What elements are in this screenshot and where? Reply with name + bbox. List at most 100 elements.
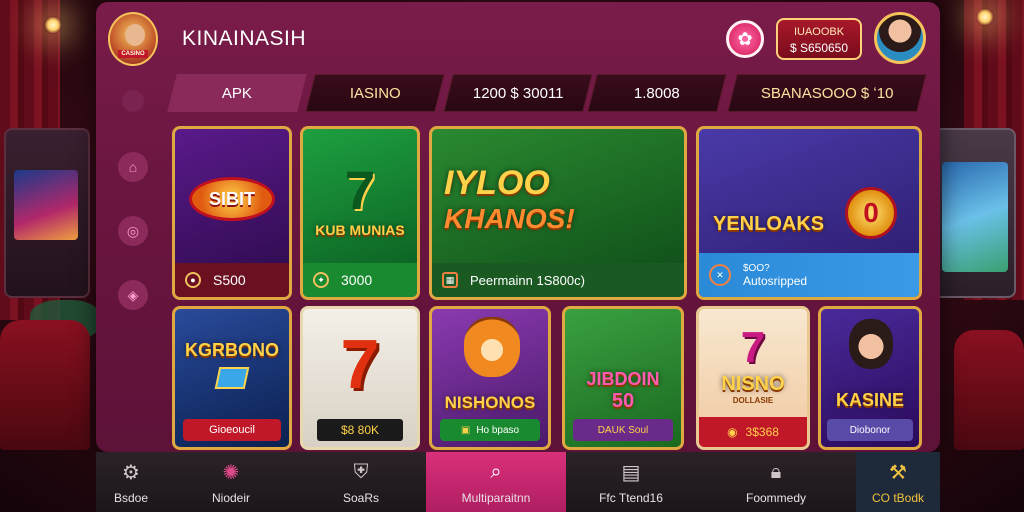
game-card-footer: ● S500 <box>175 263 289 297</box>
game-card-footer: DAUK Soul <box>573 419 673 441</box>
chip-icon: ✿ <box>737 28 753 49</box>
game-card[interactable]: KGRBONO Gioeoucil <box>172 306 292 450</box>
game-card-footer: $8 80K <box>317 419 403 441</box>
tools-icon: ✕ <box>709 264 731 286</box>
nav-item-base[interactable]: ⚙ Bsdoe <box>96 452 166 512</box>
search-icon: ⌕ <box>490 460 502 483</box>
game-card-footer: Gioeoucil <box>183 419 281 441</box>
nav-item-scores[interactable]: ⛨ SoaRs <box>296 452 426 512</box>
bonus-button[interactable]: ✿ <box>726 20 764 58</box>
bottom-navigation: ⚙ Bsdoe ✺ Niodeir ⛨ SoaRs ⌕ Multiparaitn… <box>96 452 940 512</box>
tab-label: IASINO <box>349 84 401 102</box>
game-art-title: JIBDOIN <box>586 369 660 389</box>
balance-box[interactable]: IUAOOBK $ S650650 <box>776 18 862 60</box>
casino-app-panel: CASINO KINAINASIH ✿ IUAOOBK $ S650650 AP… <box>96 2 940 452</box>
tab-label: 1.8008 <box>634 84 680 102</box>
game-card-footer: ✦ 3000 <box>303 263 417 297</box>
coin-icon: ✦ <box>313 272 329 288</box>
book-icon: ▤ <box>621 461 641 484</box>
wand-icon: ⚒ <box>889 461 907 484</box>
tab-casino[interactable]: IASINO <box>305 74 445 112</box>
game-card-featured[interactable]: IYLOO KHANOS! ▦ Peermainn 1S800c) <box>429 126 687 300</box>
arcade-machine-left <box>4 128 90 298</box>
app-title: KINAINASIH <box>182 27 307 50</box>
game-art-subtitle: KHANOS! <box>444 202 575 234</box>
game-card-value: Ho bpaso <box>476 424 520 436</box>
game-art-title: IYLOO <box>444 163 550 202</box>
nav-label: Ffc Ttend16 <box>599 491 663 505</box>
seven-glyph: 7 <box>344 161 376 221</box>
game-art-text: SIBIT <box>189 177 275 221</box>
tab-odds[interactable]: 1.8008 <box>587 74 727 112</box>
lock-icon: 🔒︎ <box>770 460 782 483</box>
game-art-text: KUB MUNIAS <box>315 222 405 238</box>
game-card-footer: ▣ Ho bpaso <box>440 419 540 441</box>
tab-apk[interactable]: APK <box>167 74 307 112</box>
game-card-footer: Diobonor <box>827 419 913 441</box>
game-art-caption: DOLLASIE <box>732 396 774 405</box>
character-portrait <box>849 319 893 369</box>
game-card-footer: ◉ 3$368 <box>699 417 807 447</box>
tab-bonus[interactable]: SBANASOOO $ ʻ10 <box>727 74 927 112</box>
chair-right <box>954 330 1024 450</box>
game-art-text: 7 <box>340 325 380 403</box>
multiplier-badge: 0 <box>845 187 897 239</box>
nav-label: Niodeir <box>211 491 250 505</box>
game-card-value: 3000 <box>341 272 373 288</box>
flag-icon: ▣ <box>460 424 471 436</box>
user-avatar[interactable] <box>874 12 926 64</box>
ceiling-lamp <box>976 8 994 26</box>
game-card[interactable]: YENLOAKS 0 ✕ $OO? Autosripped <box>696 126 922 300</box>
side-shield-icon[interactable]: ◈ <box>118 280 148 310</box>
game-card-value: 3$368 <box>745 425 779 439</box>
game-card-footer: ✕ $OO? Autosripped <box>699 253 919 297</box>
game-card[interactable]: NISHONOS ▣ Ho bpaso <box>429 306 551 450</box>
nav-label: SoaRs <box>342 491 380 505</box>
tiger-mascot <box>464 317 520 377</box>
nav-item-friends[interactable]: ▤ Ffc Ttend16 <box>566 452 696 512</box>
gem-icon <box>214 366 250 389</box>
game-art-text: NISNO <box>721 373 785 395</box>
side-home-icon[interactable]: ⌂ <box>118 152 148 182</box>
game-art-text: YENLOAKS <box>713 212 825 235</box>
gear-icon: ⚙ <box>122 461 140 484</box>
grid-icon: ▦ <box>442 272 458 288</box>
nav-item-modes[interactable]: ✺ Niodeir <box>166 452 296 512</box>
side-spiral-icon[interactable]: ◎ <box>118 216 148 246</box>
balance-label: IUAOOBK <box>793 26 845 38</box>
balance-value: $ S650650 <box>789 41 849 55</box>
shield-icon: ⛨ <box>353 460 369 483</box>
coin-icon: ● <box>185 272 201 288</box>
settings-icon: ✺ <box>222 461 240 484</box>
game-card[interactable]: 7 NISNO DOLLASIE ◉ 3$368 <box>696 306 810 450</box>
tab-label: APK <box>221 84 252 102</box>
game-card[interactable]: SIBIT ● S500 <box>172 126 292 300</box>
nav-item-multiplayer[interactable]: ⌕ Multiparaitnn <box>426 452 566 512</box>
game-card[interactable]: JIBDOIN 50 DAUK Soul <box>562 306 684 450</box>
nav-item-cookbook[interactable]: ⚒ CO tBodk <box>856 452 940 512</box>
game-card[interactable]: 7 KUB MUNIAS ✦ 3000 <box>300 126 420 300</box>
nav-label: Foommedy <box>745 491 807 505</box>
arcade-machine-right <box>934 128 1016 298</box>
top-tab-bar: APK IASINO 1200 $ 30011 1.8008 SBANASOOO… <box>167 74 927 114</box>
game-card-value: Peermainn 1S800c) <box>470 272 585 288</box>
game-card[interactable]: KASINE Diobonor <box>818 306 922 450</box>
tab-label: SBANASOOO $ ʻ10 <box>760 84 894 102</box>
game-art-text: KGRBONO <box>185 339 279 360</box>
game-art-subtitle: 50 <box>611 390 635 412</box>
ceiling-lamp <box>44 16 62 34</box>
nav-label: Bsdoe <box>113 491 149 505</box>
game-art-text: KASINE <box>835 390 904 410</box>
nav-label: Multiparaitnn <box>461 491 531 505</box>
game-card[interactable]: 7 $8 80K <box>300 306 420 450</box>
tab-jackpot[interactable]: 1200 $ 30011 <box>443 74 593 112</box>
side-dot-icon[interactable] <box>122 90 144 112</box>
chair-left <box>0 320 90 450</box>
nav-item-community[interactable]: 🔒︎ Foommedy <box>696 452 856 512</box>
coin-icon: ◉ <box>727 425 738 439</box>
nav-label: CO tBodk <box>871 491 925 505</box>
game-art-text: NISHONOS <box>444 393 536 412</box>
tab-label: 1200 $ 30011 <box>472 84 564 102</box>
app-logo[interactable]: CASINO <box>108 12 158 66</box>
game-card-footer: ▦ Peermainn 1S800c) <box>432 263 684 297</box>
